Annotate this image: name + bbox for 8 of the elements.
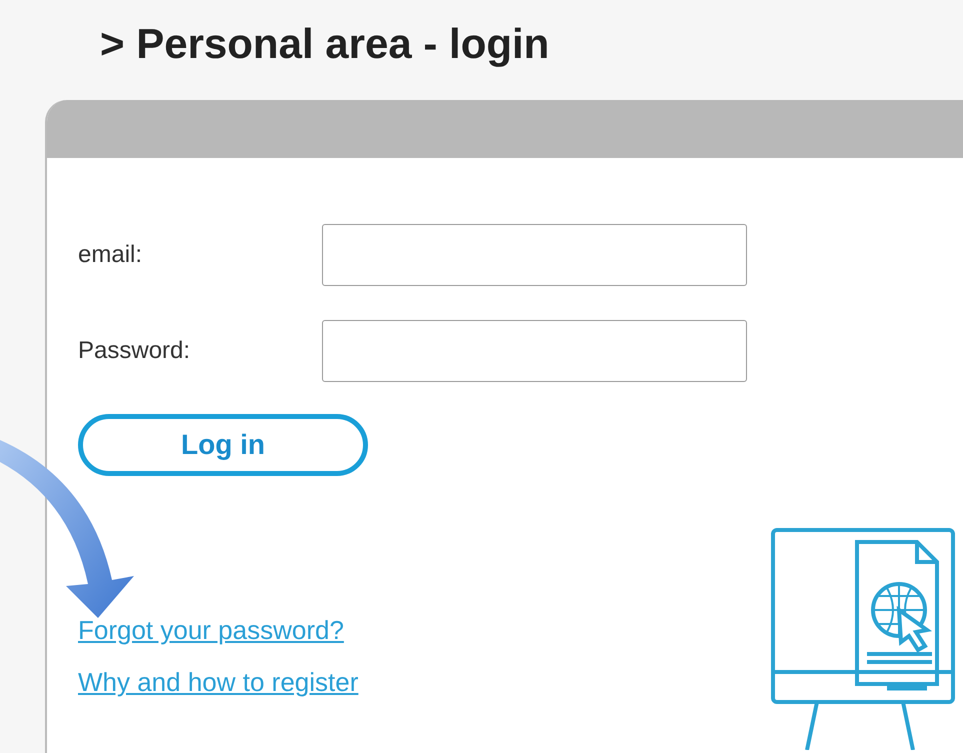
register-link[interactable]: Why and how to register: [78, 664, 358, 700]
email-field[interactable]: [322, 224, 747, 286]
page-title: > Personal area - login: [100, 19, 550, 69]
field-label: email:: [78, 240, 144, 270]
forgot-password-link[interactable]: Forgot your password?: [78, 612, 344, 648]
password-field[interactable]: [322, 320, 747, 382]
login-button[interactable]: Log in: [78, 414, 368, 476]
field-label: Password:: [78, 336, 192, 366]
